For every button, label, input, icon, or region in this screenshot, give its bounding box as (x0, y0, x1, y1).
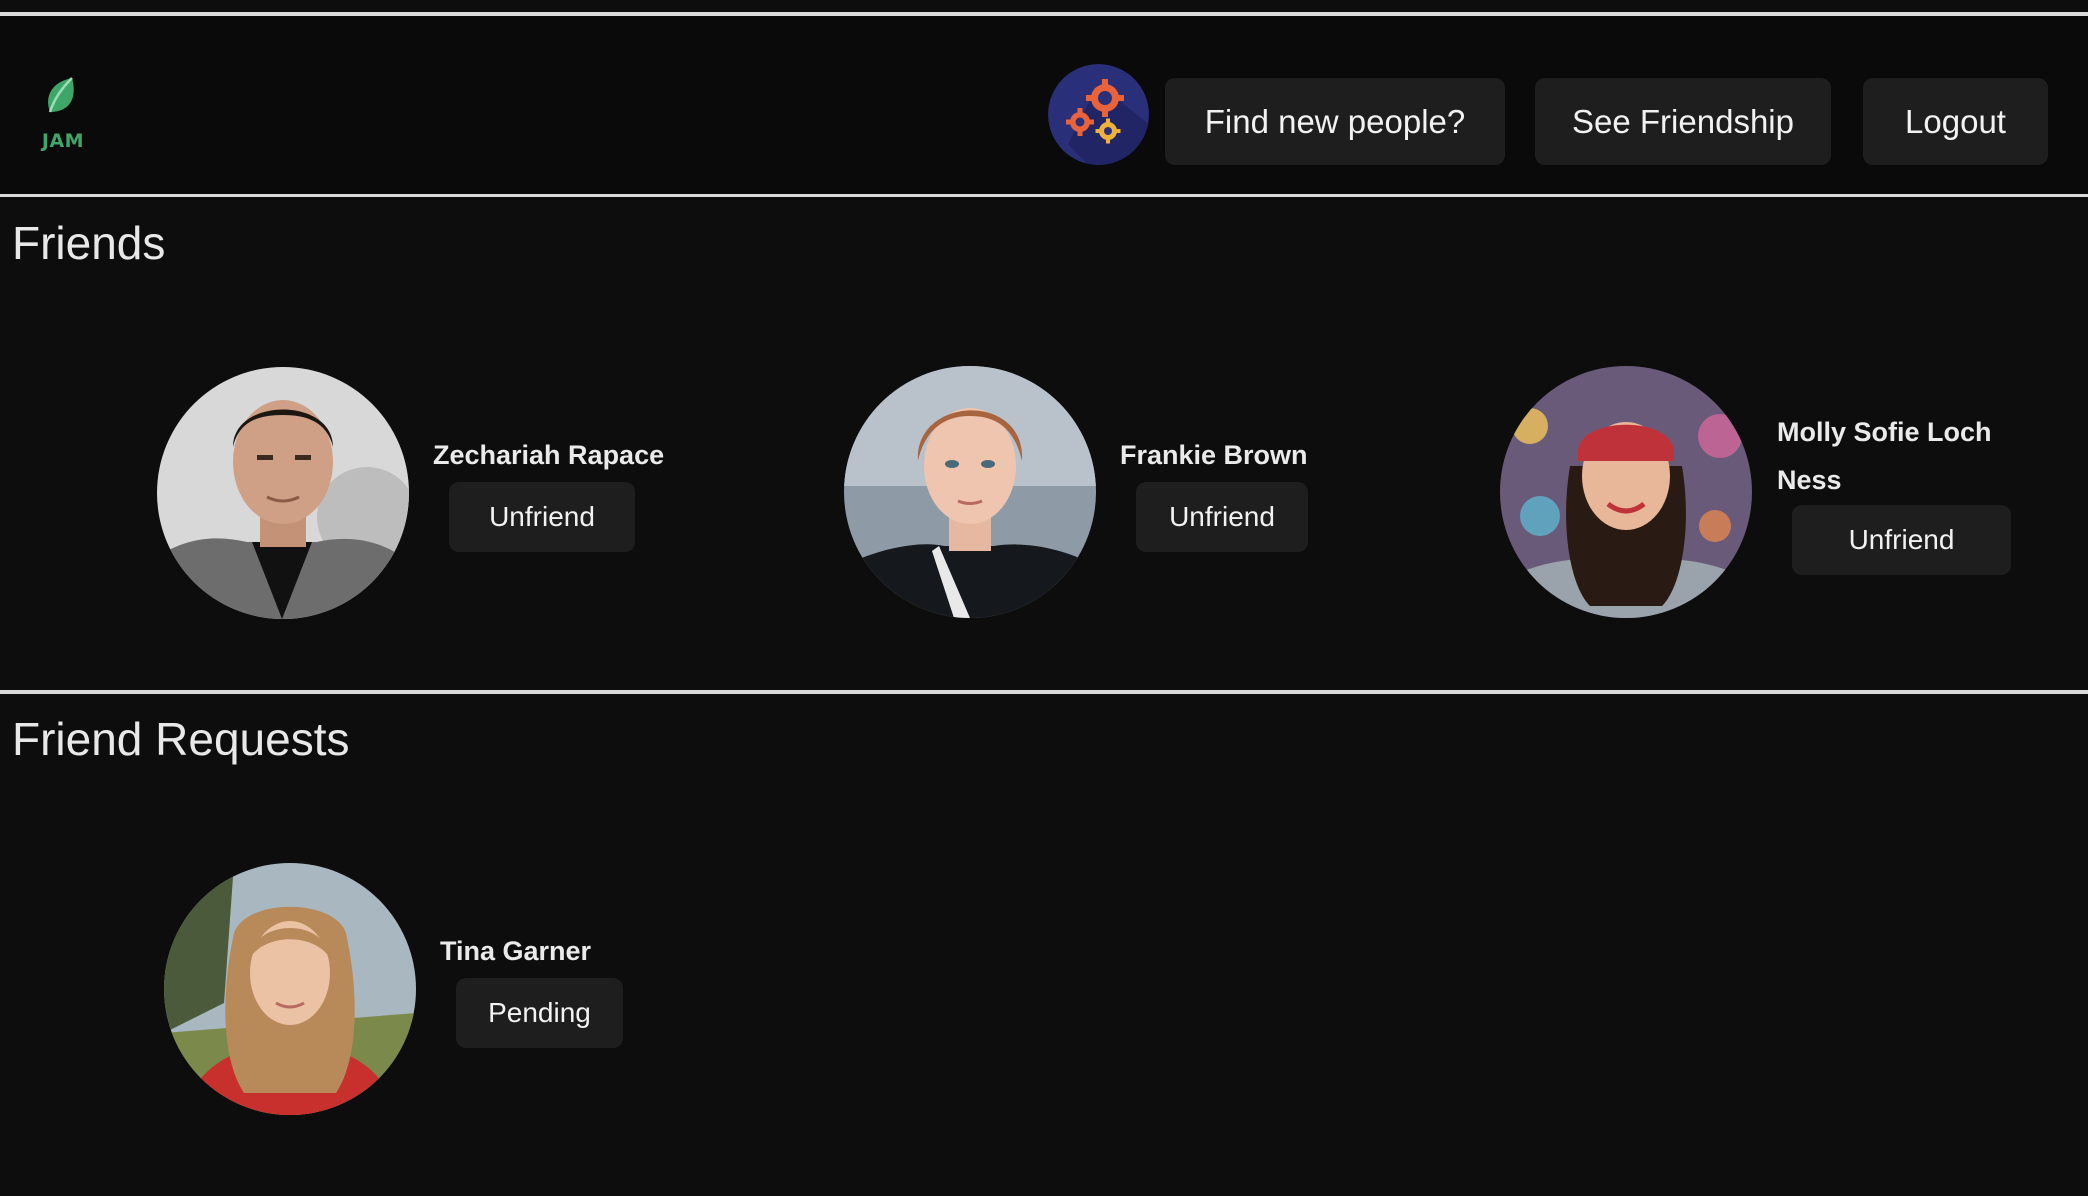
jam-logo[interactable]: JAM (38, 72, 88, 158)
logout-button[interactable]: Logout (1863, 78, 2048, 165)
avatar (1500, 366, 1752, 618)
friends-section-title: Friends (12, 217, 166, 269)
gears-icon (1048, 64, 1149, 165)
header-bar: JAM Find new people? See Friendship Logo… (0, 16, 2088, 194)
logo-text: JAM (41, 130, 85, 152)
find-new-people-button[interactable]: Find new people? (1165, 78, 1505, 165)
unfriend-button[interactable]: Unfriend (1136, 482, 1308, 552)
friendship-page: JAM Find new people? See Friendship Logo… (0, 0, 2088, 1196)
header-divider (0, 194, 2088, 197)
unfriend-button[interactable]: Unfriend (1792, 505, 2011, 575)
avatar (844, 366, 1096, 618)
friend-name: Zechariah Rapace (433, 440, 665, 470)
requester-name: Tina Garner (440, 936, 592, 966)
friend-requests-section-title: Friend Requests (12, 713, 350, 765)
section-divider (0, 690, 2088, 694)
friend-name: Molly Sofie Loch Ness (1777, 417, 1992, 495)
avatar (157, 367, 409, 619)
avatar (164, 863, 416, 1115)
see-friendship-button[interactable]: See Friendship (1535, 78, 1831, 165)
unfriend-button[interactable]: Unfriend (449, 482, 635, 552)
pending-button[interactable]: Pending (456, 978, 623, 1048)
settings-avatar-button[interactable] (1048, 64, 1149, 165)
friend-name: Frankie Brown (1120, 440, 1308, 470)
leaf-icon (48, 77, 74, 113)
